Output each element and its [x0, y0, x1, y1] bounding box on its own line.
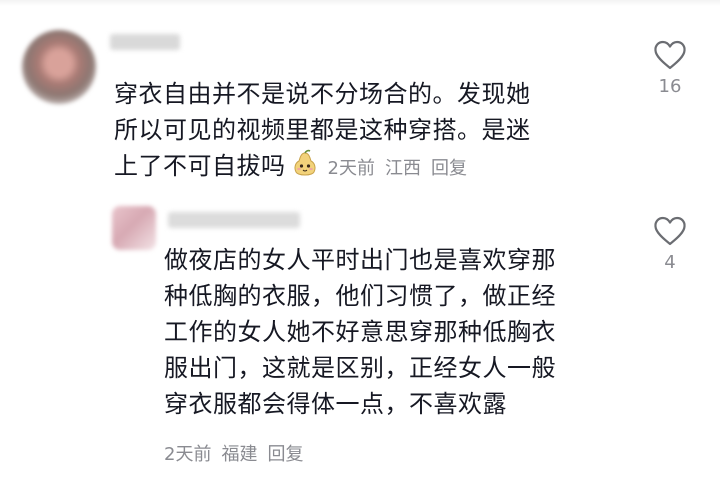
comment-line: 穿衣自由并不是说不分场合的。发现她: [114, 80, 531, 108]
comment-line: 做夜店的女人平时出门也是喜欢穿那: [164, 246, 556, 274]
comment-location: 福建: [221, 444, 258, 465]
comment-time: 2天前: [327, 158, 375, 179]
comment-line: 上了不可自拔吗 2天前 江西 回复: [114, 148, 584, 187]
comment-line: 服出门，这就是区别，正经女人一般: [164, 354, 556, 382]
username-blurred[interactable]: [168, 212, 300, 228]
comment-text: 穿衣自由并不是说不分场合的。发现她 所以可见的视频里都是这种穿搭。是迷 上了不可…: [114, 76, 584, 187]
previous-comment-edge: [0, 0, 720, 6]
comment-meta: 2天前 江西 回复: [328, 158, 467, 179]
heart-outline-icon: [654, 40, 686, 70]
like-button[interactable]: 4: [645, 216, 695, 273]
heart-outline-icon: [654, 216, 686, 246]
comment-line: 所以可见的视频里都是这种穿搭。是迷: [114, 116, 531, 144]
reply-button[interactable]: 回复: [267, 444, 303, 465]
comment-line: 工作的女人她不好意思穿那种低胸衣: [164, 318, 556, 346]
reply-button[interactable]: 回复: [431, 158, 467, 179]
avatar[interactable]: [112, 206, 156, 250]
comment-location: 江西: [384, 158, 421, 179]
comment-meta: 2天前 福建 回复: [164, 440, 313, 466]
comment-text: 做夜店的女人平时出门也是喜欢穿那 种低胸的衣服，他们习惯了，做正经 工作的女人她…: [164, 242, 634, 422]
username-blurred[interactable]: [110, 34, 180, 50]
comment-line: 种低胸的衣服，他们习惯了，做正经: [164, 282, 556, 310]
comment-line-text: 上了不可自拔吗: [114, 152, 286, 180]
like-count: 4: [664, 252, 676, 273]
like-count: 16: [658, 76, 682, 97]
like-button[interactable]: 16: [645, 40, 695, 97]
pear-face-emoji-icon: [294, 149, 315, 176]
comment-line: 穿衣服都会得体一点，不喜欢露: [164, 390, 507, 418]
comment-time: 2天前: [164, 444, 212, 465]
avatar[interactable]: [22, 30, 96, 104]
